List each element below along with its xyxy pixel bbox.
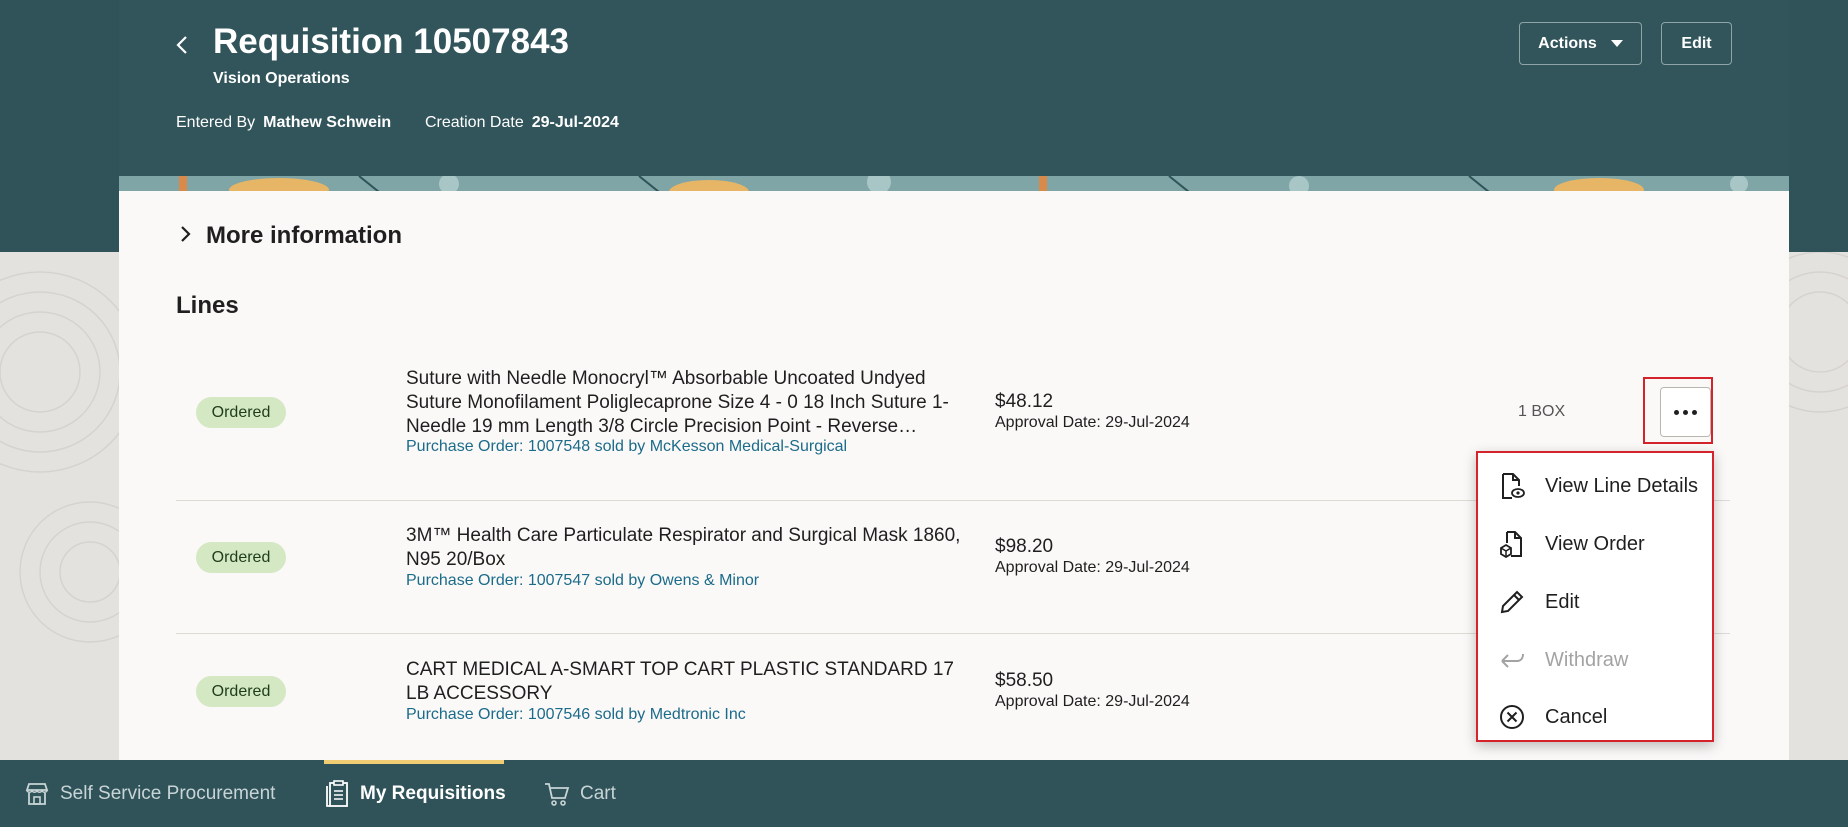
actions-button[interactable]: Actions [1519,22,1642,65]
menu-item-label: View Line Details [1545,474,1699,497]
actions-label: Actions [1538,34,1597,52]
purchase-order-link[interactable]: Purchase Order: 1007548 sold by McKesson… [406,438,847,456]
undo-icon [1498,646,1526,674]
menu-item-label: Withdraw [1545,648,1629,671]
cancel-circle-icon [1498,703,1526,731]
menu-item-cancel[interactable]: Cancel [1478,692,1712,742]
creation-date: Creation Date 29-Jul-2024 [425,114,619,132]
approval-date: Approval Date: 29-Jul-2024 [995,559,1190,576]
bottom-navigation: Self Service Procurement My Requisitions… [0,760,1848,827]
line-description: 3M™ Health Care Particulate Respirator a… [406,525,961,570]
menu-item-label: Edit [1545,590,1580,613]
line-description: CART MEDICAL A-SMART TOP CART PLASTIC ST… [406,659,954,704]
nav-label: My Requisitions [360,782,506,804]
page-title: Requisition 10507843 [213,22,569,61]
nav-self-service-procurement[interactable]: Self Service Procurement [24,760,275,827]
approval-date: Approval Date: 29-Jul-2024 [995,693,1190,710]
document-order-icon [1498,530,1526,558]
entered-by-label: Entered By [176,114,256,131]
nav-my-requisitions[interactable]: My Requisitions [324,760,506,827]
creation-date-label: Creation Date [425,114,524,131]
document-view-icon [1498,472,1526,500]
status-badge: Ordered [196,397,286,428]
menu-item-view-line-details[interactable]: View Line Details [1478,461,1712,511]
lines-heading: Lines [176,292,239,319]
clipboard-icon [324,779,350,808]
line-price: $48.12 [995,391,1054,412]
edit-button[interactable]: Edit [1661,22,1732,65]
cart-icon [544,781,570,807]
entered-by-value: Mathew Schwein [263,114,392,131]
status-badge: Ordered [196,676,286,707]
decorative-banner [119,176,1789,192]
pencil-icon [1498,588,1526,616]
line-price: $58.50 [995,670,1054,691]
more-information-toggle[interactable]: More information [180,222,402,250]
chevron-left-icon [176,36,187,54]
nav-label: Self Service Procurement [60,782,276,804]
back-button[interactable] [170,30,194,60]
more-information-label: More information [206,222,402,249]
purchase-order-link[interactable]: Purchase Order: 1007547 sold by Owens & … [406,572,759,590]
business-unit: Vision Operations [213,70,350,87]
line-description: Suture with Needle Monocryl™ Absorbable … [406,368,949,437]
entered-by: Entered By Mathew Schwein [176,114,391,132]
status-badge: Ordered [196,542,286,573]
nav-cart[interactable]: Cart [544,760,616,827]
purchase-order-link[interactable]: Purchase Order: 1007546 sold by Medtroni… [406,706,746,724]
line-actions-menu: View Line Details View Order Edit Withdr… [1476,451,1714,742]
active-tab-indicator [324,760,504,764]
line-actions-button[interactable] [1660,387,1711,437]
menu-item-view-order[interactable]: View Order [1478,519,1712,569]
menu-item-withdraw: Withdraw [1478,635,1712,685]
nav-label: Cart [580,782,616,804]
approval-date: Approval Date: 29-Jul-2024 [995,414,1190,431]
banner-pattern [119,176,1789,192]
more-horizontal-icon [1674,409,1697,415]
caret-down-icon [1610,40,1623,47]
menu-item-label: View Order [1545,532,1645,555]
creation-date-value: 29-Jul-2024 [531,114,619,131]
chevron-right-icon [180,223,192,249]
line-quantity: 1 BOX [1518,403,1566,420]
menu-item-edit[interactable]: Edit [1478,577,1712,627]
edit-label: Edit [1681,34,1712,52]
line-price: $98.20 [995,536,1054,557]
store-icon [24,781,50,807]
menu-item-label: Cancel [1545,705,1608,728]
